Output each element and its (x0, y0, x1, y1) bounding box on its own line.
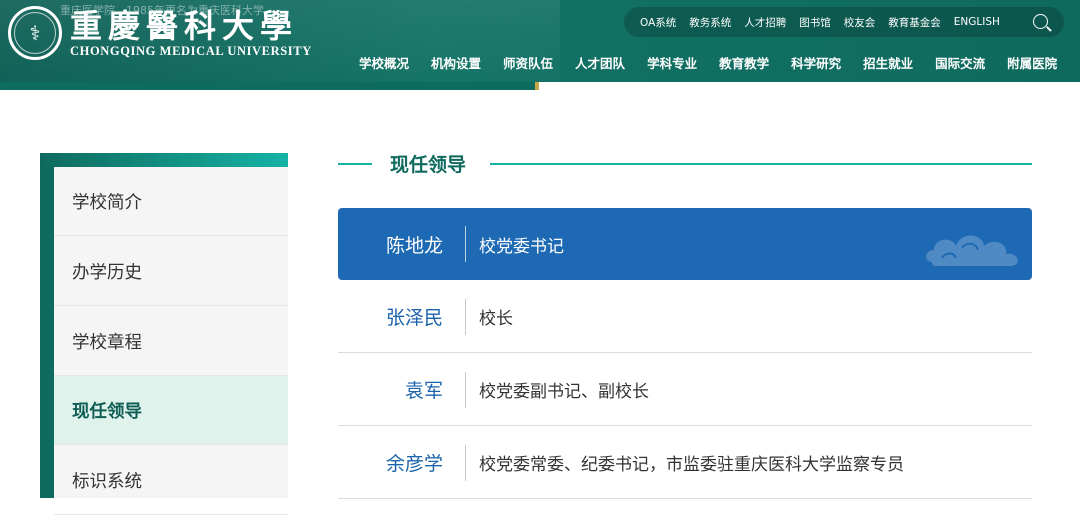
nav-overview[interactable]: 学校概况 (359, 53, 409, 72)
nav-disciplines[interactable]: 学科专业 (647, 53, 697, 72)
logo-english-name: CHONGQING MEDICAL UNIVERSITY (70, 44, 312, 58)
sidebar-item-identity[interactable]: 标识系统 (54, 446, 288, 515)
nav-education[interactable]: 教育教学 (719, 53, 769, 72)
sidebar-accent-strip (40, 167, 54, 498)
header-underline-accent (535, 82, 539, 90)
leader-title: 校党委书记 (479, 236, 564, 257)
leader-row[interactable]: 袁军 校党委副书记、副校长 (338, 354, 1032, 426)
toplink-alumni[interactable]: 校友会 (844, 15, 876, 30)
toplink-recruitment[interactable]: 人才招聘 (744, 15, 786, 30)
sidebar-item-intro[interactable]: 学校简介 (54, 167, 288, 236)
nav-faculty[interactable]: 师资队伍 (503, 53, 553, 72)
search-icon[interactable] (1033, 14, 1048, 29)
nav-research[interactable]: 科学研究 (791, 53, 841, 72)
sidebar-top-bar (40, 153, 288, 167)
utility-links-bar: OA系统 教务系统 人才招聘 图书馆 校友会 教育基金会 ENGLISH (624, 7, 1064, 37)
university-seal-icon: ⚕ (8, 6, 62, 60)
university-logo[interactable]: ⚕ 重慶醫科大學 CHONGQING MEDICAL UNIVERSITY (8, 6, 312, 60)
sidebar-item-leaders[interactable]: 现任领导 (54, 376, 288, 445)
site-header: 重庆医学院 1985年更名为重庆医科大学 ⚕ 重慶醫科大學 CHONGQING … (0, 0, 1080, 82)
toplink-academic-affairs[interactable]: 教务系统 (689, 15, 731, 30)
main-navigation: 学校概况 机构设置 师资队伍 人才团队 学科专业 教育教学 科学研究 招生就业 … (359, 53, 1079, 72)
leader-title: 校党委常委、纪委书记，市监委驻重庆医科大学监察专员 (479, 455, 904, 475)
sidebar-item-charter[interactable]: 学校章程 (54, 307, 288, 376)
header-underline (0, 82, 535, 90)
heading-line-right (490, 163, 1032, 165)
leader-name: 袁军 (404, 380, 443, 402)
nav-institutions[interactable]: 机构设置 (431, 53, 481, 72)
toplink-foundation[interactable]: 教育基金会 (888, 15, 941, 30)
leader-title: 校党委副书记、副校长 (479, 382, 649, 402)
nav-hospitals[interactable]: 附属医院 (1007, 53, 1057, 72)
page-title: 现任领导 (390, 154, 467, 176)
toplink-english[interactable]: ENGLISH (954, 16, 1000, 28)
leader-row[interactable]: 陈地龙 校党委书记 (338, 208, 1032, 280)
leader-row[interactable]: 张泽民 校长 (338, 281, 1032, 353)
leader-name: 陈地龙 (385, 234, 443, 257)
heading-line-left (338, 163, 372, 165)
section-heading: 现任领导 (338, 150, 1032, 178)
logo-chinese-name: 重慶醫科大學 (70, 7, 299, 45)
nav-admissions[interactable]: 招生就业 (863, 53, 913, 72)
toplink-library[interactable]: 图书馆 (799, 15, 831, 30)
sidebar-item-history[interactable]: 办学历史 (54, 237, 288, 306)
leader-title: 校长 (479, 309, 513, 329)
leader-name: 余彦学 (385, 453, 443, 475)
nav-international[interactable]: 国际交流 (935, 53, 985, 72)
toplink-oa[interactable]: OA系统 (640, 15, 676, 30)
leader-name: 张泽民 (385, 307, 443, 329)
cloud-pattern-icon (926, 235, 1018, 266)
nav-talent-teams[interactable]: 人才团队 (575, 53, 625, 72)
sidebar: 学校简介 办学历史 学校章程 现任领导 标识系统 (40, 153, 288, 515)
leader-row[interactable]: 余彦学 校党委常委、纪委书记，市监委驻重庆医科大学监察专员 (338, 427, 1032, 499)
